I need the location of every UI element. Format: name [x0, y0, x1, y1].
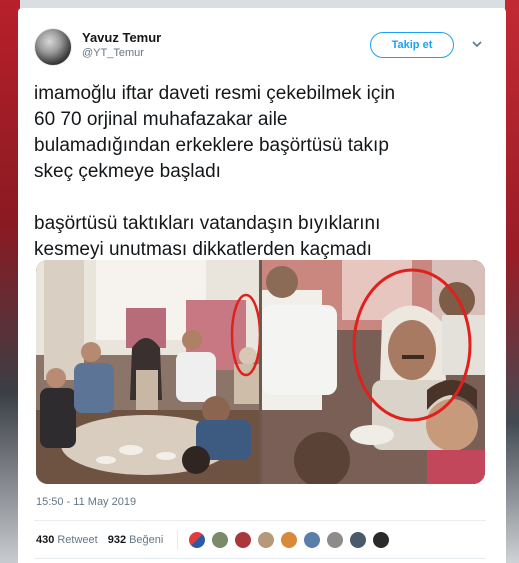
page-backdrop-right: [505, 0, 519, 563]
tweet-text: imamoğlu iftar daveti resmi çekebilmek i…: [34, 81, 494, 263]
liker-avatar[interactable]: [349, 531, 368, 549]
liker-avatar[interactable]: [234, 531, 253, 549]
user-handle[interactable]: @YT_Temur: [82, 47, 144, 59]
follow-button[interactable]: Takip et: [370, 32, 454, 58]
liker-avatar[interactable]: [188, 531, 207, 549]
stats-separator: [177, 530, 179, 550]
user-name[interactable]: Yavuz Temur: [82, 30, 161, 45]
liker-avatar[interactable]: [326, 531, 345, 549]
tweet-line: başörtüsü taktıkları vatandaşın bıyıklar…: [34, 213, 381, 234]
tweet-card: Yavuz Temur @YT_Temur Takip et imamoğlu …: [18, 8, 506, 563]
tweet-line: bulamadığından erkeklere başörtüsü takıp: [34, 135, 389, 156]
page-backdrop-left: [0, 0, 20, 563]
tweet-line: skeç çekmeye başladı: [34, 161, 221, 182]
chevron-down-icon[interactable]: [470, 38, 484, 52]
like-label[interactable]: Beğeni: [129, 534, 163, 546]
divider: [34, 558, 486, 559]
photo-left[interactable]: [36, 260, 259, 484]
chevron-down-icon-svg: [472, 41, 482, 48]
tweet-timestamp[interactable]: 15:50 - 11 May 2019: [36, 496, 136, 508]
liker-avatar[interactable]: [372, 531, 391, 549]
liker-avatar[interactable]: [211, 531, 230, 549]
tweet-media[interactable]: [36, 260, 485, 484]
tweet-header: Yavuz Temur @YT_Temur Takip et: [34, 26, 494, 70]
liker-avatar[interactable]: [257, 531, 276, 549]
tweet-stats: 430 Retweet 932 Beğeni: [36, 530, 395, 550]
liker-avatar[interactable]: [280, 531, 299, 549]
tweet-line: imamoğlu iftar daveti resmi çekebilmek i…: [34, 83, 396, 104]
liker-avatar[interactable]: [303, 531, 322, 549]
photo-right[interactable]: [262, 260, 485, 484]
tweet-line: 60 70 orjinal muhafazakar aile: [34, 109, 288, 130]
retweet-count[interactable]: 430: [36, 534, 54, 546]
retweet-label[interactable]: Retweet: [57, 534, 97, 546]
avatar[interactable]: [34, 28, 72, 66]
liker-avatars: [188, 531, 395, 549]
like-count[interactable]: 932: [108, 534, 126, 546]
divider: [34, 520, 486, 521]
